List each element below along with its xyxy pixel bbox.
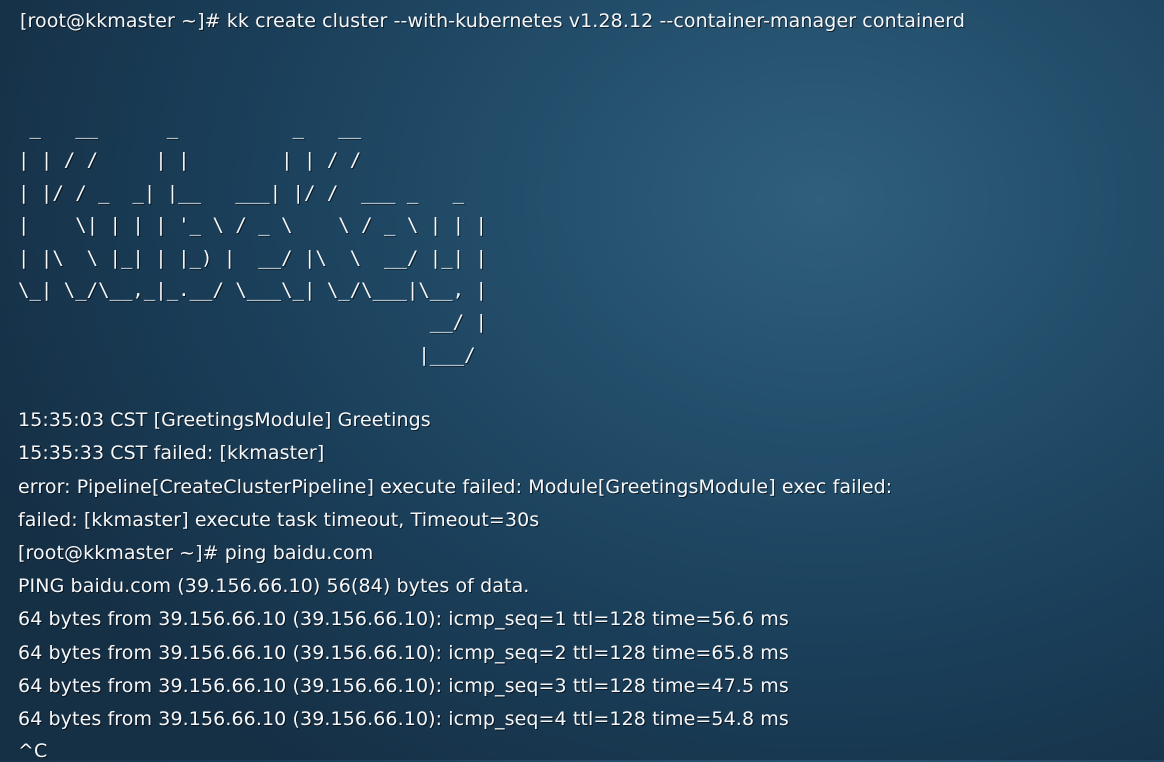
command-line-kk-create: [root@kkmaster ~]# kk create cluster --w…: [20, 10, 966, 32]
kubekey-ascii-banner: _ __ _ _ __ | | / / | | | | / / | |/ / _…: [18, 112, 487, 371]
ascii-banner-line: | \| | | | '_ \ / _ \ \ / _ \ | | |: [18, 214, 487, 237]
ping-header-line: PING baidu.com (39.156.66.10) 56(84) byt…: [18, 575, 530, 597]
log-line-failed-host: 15:35:33 CST failed: [kkmaster]: [18, 442, 325, 464]
ascii-banner-line: | |\ \ |_| | |_) | __/ |\ \ __/ |_| |: [18, 246, 487, 269]
ascii-banner-line: | | / / | | | | / /: [18, 149, 362, 172]
ping-reply-line: 64 bytes from 39.156.66.10 (39.156.66.10…: [18, 642, 789, 664]
ascii-banner-line: _ __ _ _ __: [18, 117, 362, 139]
terminal-window[interactable]: [root@kkmaster ~]# kk create cluster --w…: [0, 0, 1164, 762]
ping-reply-line: 64 bytes from 39.156.66.10 (39.156.66.10…: [18, 608, 789, 630]
error-line-timeout: failed: [kkmaster] execute task timeout,…: [18, 509, 540, 531]
ping-reply-line: 64 bytes from 39.156.66.10 (39.156.66.10…: [18, 675, 789, 697]
interrupt-line: ^C: [18, 740, 48, 762]
ascii-banner-line: |___/: [18, 343, 476, 366]
ascii-banner-line: __/ |: [18, 311, 487, 334]
command-line-ping: [root@kkmaster ~]# ping baidu.com: [18, 542, 374, 564]
log-line-greetings: 15:35:03 CST [GreetingsModule] Greetings: [18, 409, 431, 431]
ping-reply-line: 64 bytes from 39.156.66.10 (39.156.66.10…: [18, 708, 789, 730]
error-line-pipeline: error: Pipeline[CreateClusterPipeline] e…: [18, 476, 893, 498]
ascii-banner-line: \_| \_/\__,_|_.__/ \___\_| \_/\___|\__, …: [18, 279, 487, 302]
ascii-banner-line: | |/ / _ _| |__ ___| |/ / ___ _ _: [18, 181, 465, 204]
